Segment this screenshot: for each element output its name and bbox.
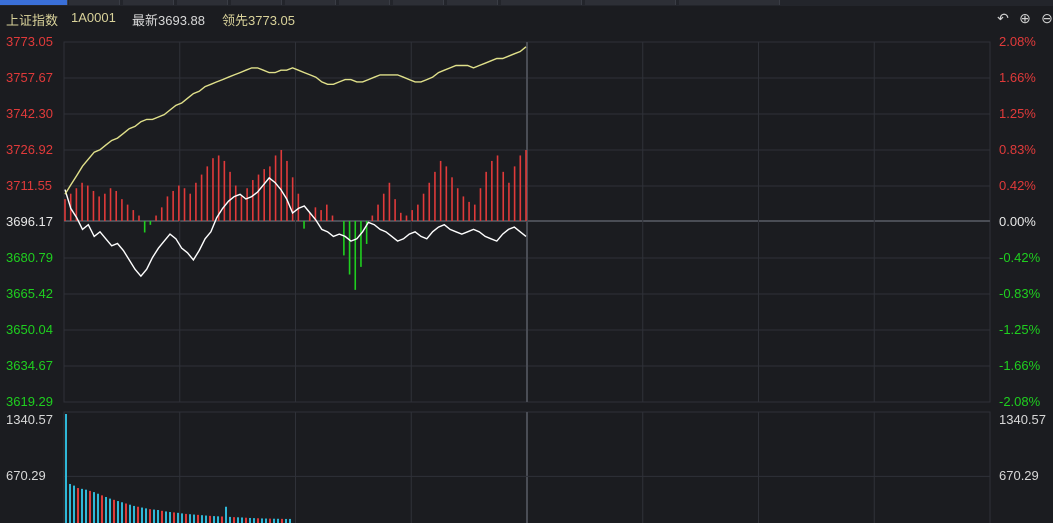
price-axis-label: 3711.55 — [6, 178, 53, 193]
percent-axis-label: -1.66% — [999, 358, 1041, 373]
percent-axis-label: 1.66% — [999, 70, 1036, 85]
percent-axis-label: -0.42% — [999, 250, 1041, 265]
volume-axis-label-right: 670.29 — [999, 468, 1039, 484]
price-axis-label: 3619.29 — [6, 394, 53, 409]
price-axis-label: 3680.79 — [6, 250, 53, 265]
percent-axis-label: 0.00% — [999, 214, 1036, 229]
percent-axis-label: 1.25% — [999, 106, 1036, 121]
percent-axis-label: 0.83% — [999, 142, 1036, 157]
percent-axis-label: 2.08% — [999, 34, 1036, 49]
volume-axis-label: 1340.57 — [6, 412, 53, 427]
price-axis-label: 3696.17 — [6, 214, 53, 229]
price-axis-label: 3665.42 — [6, 286, 53, 301]
percent-axis-label: -0.83% — [999, 286, 1041, 301]
intraday-chart[interactable] — [0, 0, 1053, 523]
price-axis-label: 3650.04 — [6, 322, 53, 337]
percent-axis-label: -1.25% — [999, 322, 1041, 337]
price-axis-label: 3773.05 — [6, 34, 53, 49]
percent-axis-label: -2.08% — [999, 394, 1041, 409]
volume-axis-label: 670.29 — [6, 468, 46, 484]
price-axis-label: 3634.67 — [6, 358, 53, 373]
price-axis-label: 3757.67 — [6, 70, 53, 85]
percent-axis-label: 0.42% — [999, 178, 1036, 193]
volume-axis-label-right: 1340.57 — [999, 412, 1046, 427]
price-axis-label: 3742.30 — [6, 106, 53, 121]
price-axis-label: 3726.92 — [6, 142, 53, 157]
